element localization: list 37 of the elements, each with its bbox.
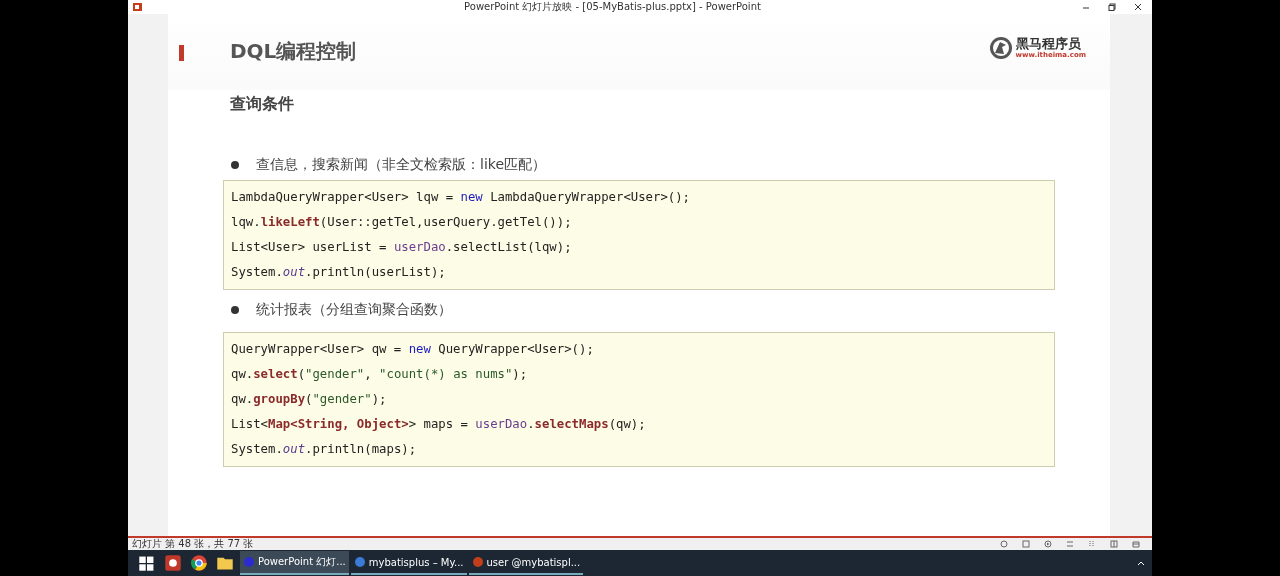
slide-title: DQL编程控制	[230, 38, 358, 65]
taskbar-button[interactable]: mybatisplus – My...	[350, 551, 467, 575]
app-icon	[471, 556, 484, 568]
close-icon[interactable]	[1134, 3, 1142, 11]
bullet-icon	[231, 306, 239, 314]
code-line: List<User> userList = userDao.selectList(lqw);	[231, 239, 573, 256]
notes-icon[interactable]	[1022, 540, 1030, 548]
chevron-up-icon[interactable]	[1136, 559, 1146, 567]
accent-bar	[179, 45, 184, 61]
taskbar-button[interactable]: user @mybatispl...	[468, 551, 584, 575]
reading-view-icon[interactable]	[1132, 540, 1140, 548]
app-icon	[353, 556, 366, 568]
code-line: System.out.println(maps);	[231, 441, 418, 458]
slide-counter: 幻灯片 第 48 张，共 77 张	[132, 537, 254, 551]
play-icon[interactable]	[1044, 540, 1052, 548]
bullet-text: 统计报表（分组查询聚合函数）	[256, 301, 452, 319]
start-icon[interactable]	[138, 554, 156, 572]
code-line: qw.select("gender", "count(*) as nums");	[231, 366, 529, 383]
code-line: System.out.println(userList);	[231, 264, 447, 281]
code-line: LambdaQueryWrapper<User> lqw = new LambdaQueryWrapper<User>();	[231, 189, 692, 206]
grid-icon[interactable]	[1110, 540, 1118, 548]
horse-logo-icon	[988, 36, 1013, 60]
bullet-icon	[231, 161, 239, 169]
app-icon[interactable]	[164, 554, 182, 572]
code-line: lqw.likeLeft(User::getTel,userQuery.getTel());	[231, 214, 573, 231]
restore-icon[interactable]	[1108, 3, 1116, 11]
section-heading: 查询条件	[230, 94, 295, 115]
code-line: List<Map<String, Object>> maps = userDao.selectMaps(qw);	[231, 416, 647, 433]
taskbar-button[interactable]: PowerPoint 幻灯...	[240, 551, 349, 575]
app-icon	[243, 556, 255, 568]
circle-icon[interactable]	[1000, 540, 1008, 548]
code-line: qw.groupBy("gender");	[231, 391, 388, 408]
bullet-text: 查信息，搜索新闻（非全文检索版：like匹配）	[256, 156, 546, 174]
logo-name: 黑马程序员	[1015, 37, 1082, 51]
browser-icon[interactable]	[190, 554, 208, 572]
code-line: QueryWrapper<User> qw = new QueryWrapper<User>();	[231, 341, 595, 358]
window-title: PowerPoint 幻灯片放映 - [05-MyBatis-plus.pptx] - PowerPoint	[463, 0, 762, 14]
